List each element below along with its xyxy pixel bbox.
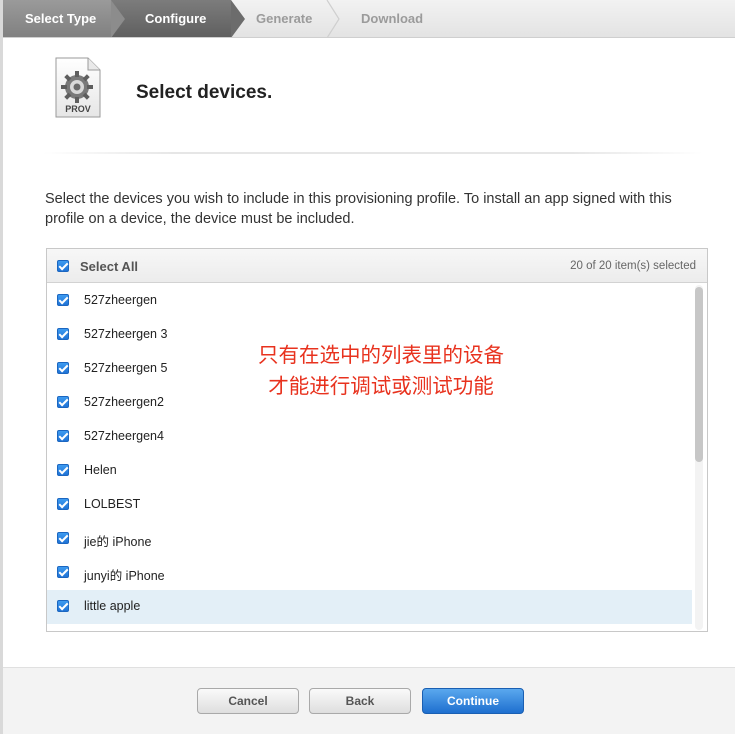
selection-count: 20 of 20 item(s) selected bbox=[570, 260, 696, 272]
device-checkbox[interactable] bbox=[57, 430, 69, 442]
device-name: 527zheergen2 bbox=[84, 395, 164, 409]
device-checkbox[interactable] bbox=[57, 566, 69, 578]
step-separator-icon bbox=[326, 0, 340, 37]
device-row[interactable]: 527zheergen4 bbox=[47, 420, 692, 454]
device-name: 527zheergen4 bbox=[84, 429, 164, 443]
device-checkbox[interactable] bbox=[57, 294, 69, 306]
provisioning-wizard: Select Type Configure Generate Download … bbox=[0, 0, 735, 734]
step-configure: Configure bbox=[111, 0, 231, 37]
device-row[interactable]: jie的 iPhone bbox=[47, 522, 692, 556]
annotation-line-2: 才能进行调试或测试功能 bbox=[268, 374, 494, 398]
device-checkbox[interactable] bbox=[57, 532, 69, 544]
device-checkbox[interactable] bbox=[57, 328, 69, 340]
device-list-scrollbar[interactable] bbox=[695, 285, 703, 630]
step-download: Download bbox=[361, 11, 424, 26]
device-row[interactable]: LOLBEST bbox=[47, 488, 692, 522]
device-list: 527zheergen 527zheergen 3 527zheergen 5 … bbox=[47, 284, 692, 624]
step-arrow-icon bbox=[231, 0, 245, 37]
device-row-highlighted[interactable]: little apple bbox=[47, 590, 692, 624]
device-name: LOLBEST bbox=[84, 497, 141, 511]
device-checkbox[interactable] bbox=[57, 396, 69, 408]
device-name: little apple bbox=[84, 599, 141, 613]
device-list-panel: Select All 20 of 20 item(s) selected 527… bbox=[46, 248, 708, 632]
annotation-note: 只有在选中的列表里的设备 才能进行调试或测试功能 bbox=[241, 340, 521, 402]
page-title: Select devices. bbox=[136, 82, 273, 103]
select-all-label[interactable]: Select All bbox=[80, 259, 138, 274]
device-name: jie的 iPhone bbox=[84, 535, 152, 549]
select-all-checkbox[interactable] bbox=[57, 260, 69, 272]
back-button[interactable]: Back bbox=[309, 688, 411, 714]
device-name: 527zheergen 3 bbox=[84, 327, 168, 341]
device-checkbox[interactable] bbox=[57, 498, 69, 510]
device-row[interactable]: junyi的 iPhone bbox=[47, 556, 692, 590]
device-checkbox[interactable] bbox=[57, 362, 69, 374]
device-list-header: Select All 20 of 20 item(s) selected bbox=[47, 249, 707, 283]
instructions-text: Select the devices you wish to include i… bbox=[45, 191, 672, 227]
step-select-type: Select Type bbox=[3, 0, 111, 37]
prov-icon-label: PROV bbox=[65, 104, 91, 114]
cancel-button[interactable]: Cancel bbox=[197, 688, 299, 714]
step-generate: Generate bbox=[256, 11, 313, 26]
device-checkbox[interactable] bbox=[57, 600, 69, 612]
step-arrow-icon bbox=[111, 0, 125, 37]
step-bar: Select Type Configure Generate Download bbox=[3, 0, 735, 38]
device-name: 527zheergen 5 bbox=[84, 361, 168, 375]
annotation-line-1: 只有在选中的列表里的设备 bbox=[258, 343, 504, 367]
device-row[interactable]: 527zheergen bbox=[47, 284, 692, 318]
header-divider bbox=[43, 152, 703, 154]
scrollbar-thumb[interactable] bbox=[695, 287, 703, 462]
footer-bar: Cancel Back Continue bbox=[3, 667, 735, 734]
device-name: 527zheergen bbox=[84, 293, 157, 307]
device-row[interactable]: Helen bbox=[47, 454, 692, 488]
device-name: Helen bbox=[84, 463, 117, 477]
device-checkbox[interactable] bbox=[57, 464, 69, 476]
continue-button[interactable]: Continue bbox=[422, 688, 524, 714]
device-name: junyi的 iPhone bbox=[84, 569, 165, 583]
